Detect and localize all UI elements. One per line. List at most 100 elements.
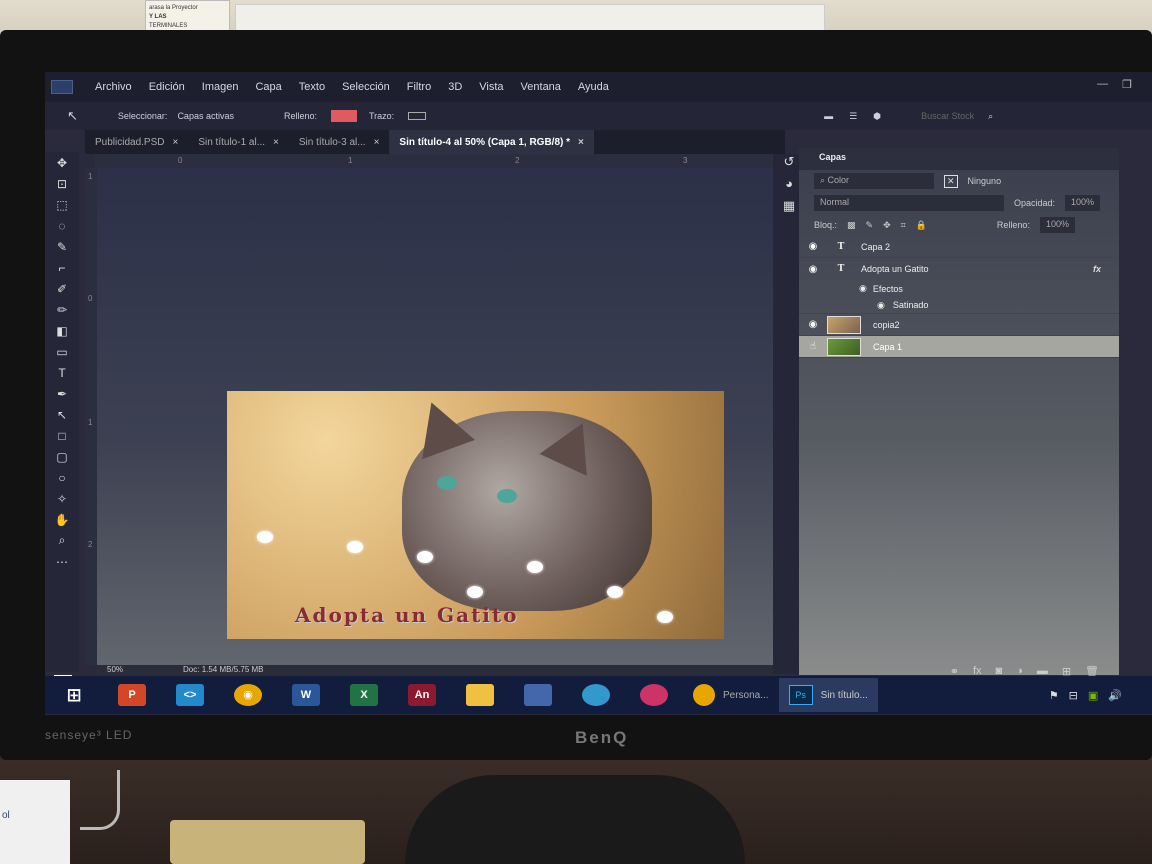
artboard-icon[interactable]: ⊡: [45, 173, 79, 194]
ellipse-icon[interactable]: ○: [45, 467, 79, 488]
app-icon[interactable]: [567, 678, 625, 712]
animate-icon[interactable]: An: [393, 678, 451, 712]
hand-cursor-icon[interactable]: ☝: [799, 341, 827, 352]
effects-row[interactable]: ◉ Efectos: [799, 280, 1119, 297]
lock-artboard-icon[interactable]: ⌗: [901, 220, 906, 231]
layer-name[interactable]: Capa 2: [861, 242, 890, 252]
visibility-eye-icon[interactable]: ◉: [799, 319, 827, 330]
lock-pixels-icon[interactable]: ▩: [847, 220, 856, 231]
zoom-icon[interactable]: ⌕: [45, 530, 79, 551]
visibility-eye-icon[interactable]: ◉: [859, 283, 867, 294]
layer-copia2[interactable]: ◉ copia2: [799, 314, 1119, 336]
menu-seleccion[interactable]: Selección: [342, 81, 390, 93]
search-stock-field[interactable]: Buscar Stock: [921, 111, 974, 121]
chrome-icon[interactable]: ◉: [219, 678, 277, 712]
lasso-icon[interactable]: ◌: [45, 215, 79, 236]
menu-archivo[interactable]: Archivo: [95, 81, 132, 93]
taskbar-window-chrome[interactable]: Persona...: [683, 678, 779, 712]
menu-texto[interactable]: Texto: [299, 81, 325, 93]
minimize-icon[interactable]: —: [1097, 78, 1108, 91]
visibility-eye-icon[interactable]: ◉: [799, 264, 827, 275]
rounded-rect-icon[interactable]: ▢: [45, 446, 79, 467]
lock-all-icon[interactable]: 🔒: [916, 220, 927, 231]
crop-icon[interactable]: ⌐: [45, 257, 79, 278]
layer-adopta-un-gatito[interactable]: ◉ T Adopta un Gatito fx: [799, 258, 1119, 280]
layer-capa-1[interactable]: ☝ Capa 1: [799, 336, 1119, 358]
photoshop-logo-icon[interactable]: [51, 80, 73, 94]
tab-sin-titulo-4[interactable]: Sin título-4 al 50% (Capa 1, RGB/8) * ×: [389, 130, 594, 154]
type-icon[interactable]: T: [45, 362, 79, 383]
app-icon[interactable]: [625, 678, 683, 712]
eyedropper-icon[interactable]: ✐: [45, 278, 79, 299]
lock-position-icon[interactable]: ✥: [883, 220, 891, 231]
eraser-icon[interactable]: ◧: [45, 320, 79, 341]
move-tool-icon[interactable]: ↖: [67, 108, 78, 124]
close-icon[interactable]: ×: [172, 137, 178, 148]
restore-icon[interactable]: ❐: [1122, 78, 1132, 91]
app-icon[interactable]: [451, 678, 509, 712]
rectangle-icon[interactable]: □: [45, 425, 79, 446]
lock-brush-icon[interactable]: ✎: [866, 220, 874, 231]
close-icon[interactable]: ×: [273, 137, 279, 148]
3d-icon[interactable]: ⬢: [873, 111, 881, 122]
quick-select-icon[interactable]: ✎: [45, 236, 79, 257]
taskbar-window-photoshop[interactable]: Ps Sin título...: [778, 678, 878, 712]
menu-imagen[interactable]: Imagen: [202, 81, 239, 93]
menu-ventana[interactable]: Ventana: [521, 81, 561, 93]
layer-name[interactable]: copia2: [873, 320, 900, 330]
close-icon[interactable]: ×: [578, 137, 584, 148]
app-icon[interactable]: [509, 678, 567, 712]
menu-3d[interactable]: 3D: [448, 81, 462, 93]
fill-swatch[interactable]: [331, 110, 357, 122]
word-icon[interactable]: W: [277, 678, 335, 712]
menu-capa[interactable]: Capa: [255, 81, 281, 93]
fill-input[interactable]: 100%: [1039, 217, 1075, 233]
volume-icon[interactable]: 🔊: [1108, 689, 1122, 702]
blend-mode-dropdown[interactable]: Normal: [814, 195, 1004, 211]
excel-icon[interactable]: X: [335, 678, 393, 712]
layer-name[interactable]: Adopta un Gatito: [861, 264, 929, 274]
flag-icon[interactable]: ⚑: [1049, 689, 1059, 702]
vscode-icon[interactable]: <>: [161, 678, 219, 712]
canvas-text[interactable]: Adopta un Gatito: [295, 603, 518, 627]
network-icon[interactable]: ⊟: [1069, 689, 1078, 702]
visibility-eye-icon[interactable]: ◉: [799, 241, 827, 252]
brush-icon[interactable]: ✏: [45, 299, 79, 320]
start-button-icon[interactable]: ⊞: [45, 678, 103, 712]
menu-filtro[interactable]: Filtro: [407, 81, 431, 93]
align-left-icon[interactable]: ▬: [824, 111, 833, 121]
stroke-swatch[interactable]: [408, 112, 427, 120]
filter-kind-dropdown[interactable]: ⌕ Color: [814, 173, 934, 189]
powerpoint-icon[interactable]: P: [103, 678, 161, 712]
search-icon[interactable]: ⌕: [988, 111, 993, 122]
fx-icon[interactable]: fx: [1093, 264, 1101, 274]
opacity-input[interactable]: 100%: [1065, 195, 1101, 211]
path-select-icon[interactable]: ↖: [45, 404, 79, 425]
visibility-eye-icon[interactable]: ◉: [877, 300, 885, 311]
menu-ayuda[interactable]: Ayuda: [578, 81, 609, 93]
menu-edicion[interactable]: Edición: [149, 81, 185, 93]
close-icon[interactable]: ×: [374, 137, 380, 148]
align-icon[interactable]: ☰: [849, 111, 857, 122]
select-dropdown[interactable]: Capas activas: [177, 111, 234, 121]
pen-icon[interactable]: ✒: [45, 383, 79, 404]
tab-label: Sin título-1 al...: [198, 136, 266, 148]
tab-sin-titulo-3[interactable]: Sin título-3 al... ×: [289, 130, 390, 154]
layer-capa-2[interactable]: ◉ T Capa 2: [799, 236, 1119, 258]
tab-publicidad[interactable]: Publicidad.PSD ×: [85, 130, 188, 154]
custom-shape-icon[interactable]: ✧: [45, 488, 79, 509]
layer-name[interactable]: Capa 1: [873, 342, 902, 352]
filter-none-checkbox[interactable]: ✕: [944, 174, 958, 188]
marquee-icon[interactable]: ⬚: [45, 194, 79, 215]
tab-sin-titulo-1[interactable]: Sin título-1 al... ×: [188, 130, 289, 154]
more-icon[interactable]: ⋯: [45, 551, 79, 572]
move-icon[interactable]: ✥: [45, 152, 79, 173]
canvas-area[interactable]: Adopta un Gatito: [97, 168, 785, 665]
hand-icon[interactable]: ✋: [45, 509, 79, 530]
nvidia-icon[interactable]: ▣: [1088, 689, 1098, 702]
menu-vista[interactable]: Vista: [479, 81, 503, 93]
effect-satinado-row[interactable]: ◉ Satinado: [799, 297, 1119, 314]
layers-panel-title[interactable]: Capas: [799, 148, 1119, 170]
kitten-image[interactable]: Adopta un Gatito: [227, 391, 724, 639]
gradient-icon[interactable]: ▭: [45, 341, 79, 362]
